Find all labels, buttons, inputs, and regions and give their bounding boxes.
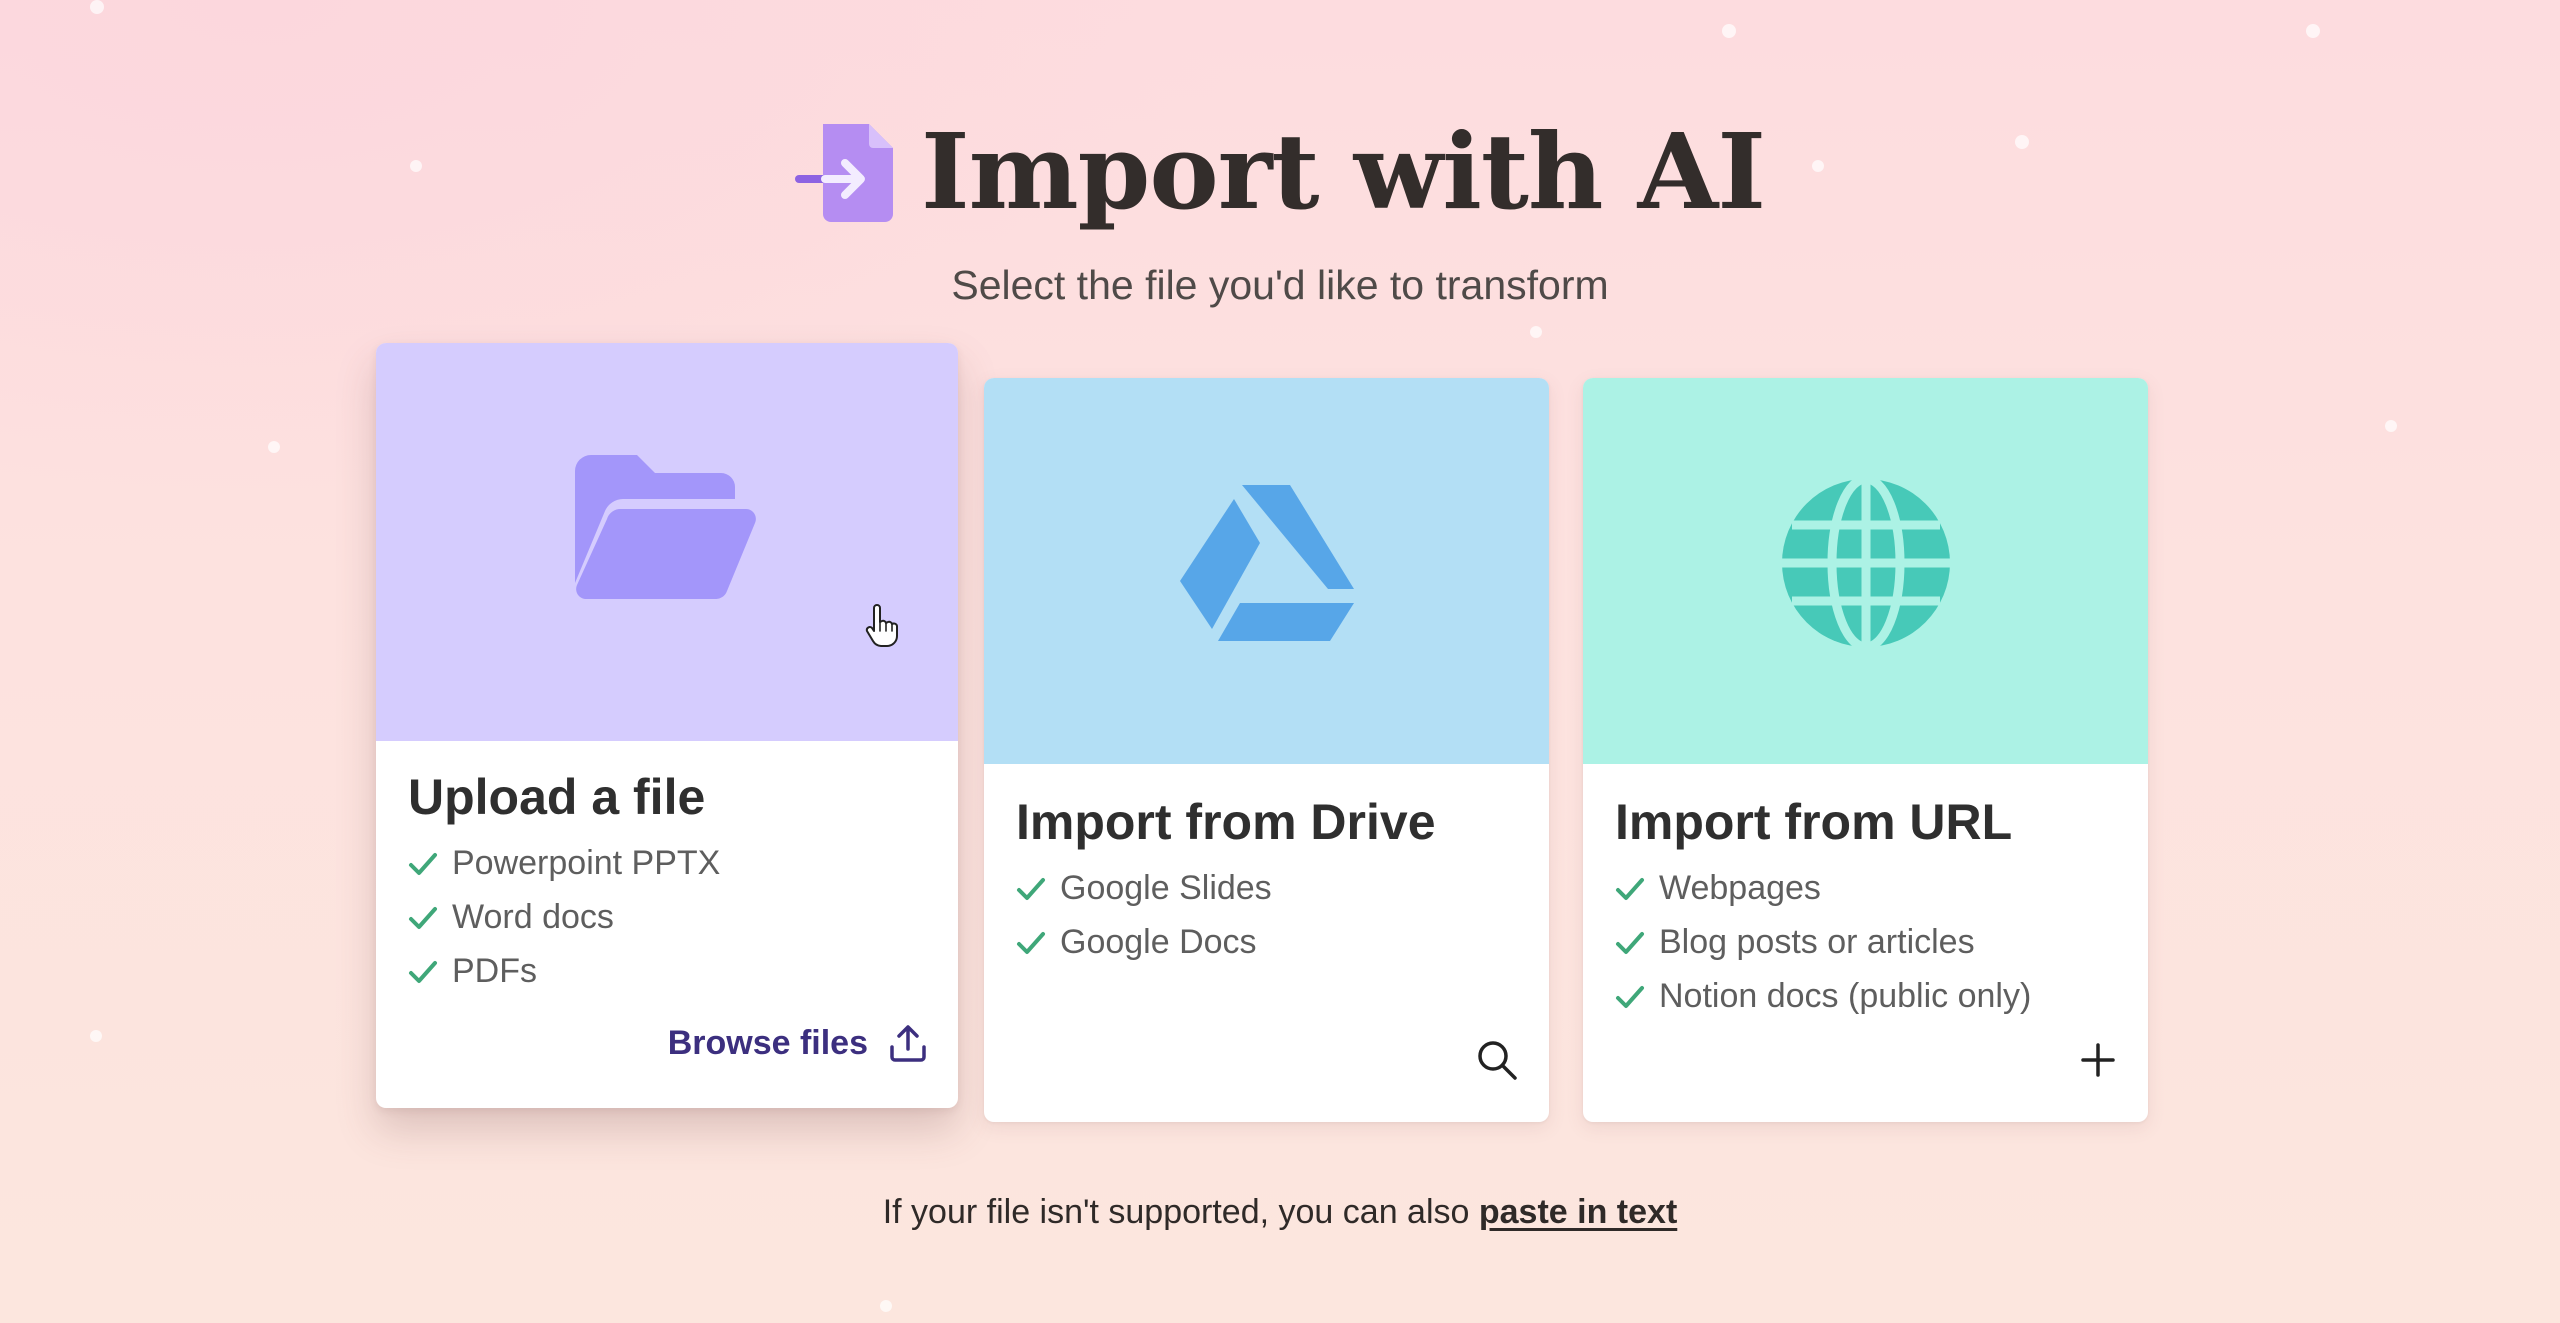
background-sparkle (880, 1300, 892, 1312)
list-item: Google Docs (1016, 916, 1517, 970)
drive-card-title: Import from Drive (1016, 794, 1436, 850)
upload-file-card[interactable]: Upload a file Powerpoint PPTX Word docs … (376, 343, 958, 1108)
check-icon (409, 852, 437, 875)
feature-label: Google Slides (1060, 869, 1272, 907)
import-url-card[interactable]: Import from URL Webpages Blog posts or a… (1583, 378, 2148, 1122)
background-sparkle (268, 441, 280, 453)
list-item: Webpages (1615, 862, 2116, 916)
background-sparkle (90, 1030, 102, 1042)
page-header: Import with AI (0, 118, 2560, 226)
list-item: Notion docs (public only) (1615, 970, 2116, 1024)
import-drive-card[interactable]: Import from Drive Google Slides Google D… (984, 378, 1549, 1122)
upload-card-banner (376, 343, 958, 741)
drive-search-button[interactable] (1475, 1038, 1519, 1082)
check-icon (1017, 877, 1045, 900)
background-sparkle (1530, 326, 1542, 338)
drive-card-banner (984, 378, 1549, 764)
list-item: Powerpoint PPTX (408, 837, 926, 891)
folder-open-icon (575, 455, 756, 599)
search-icon (1478, 1041, 1517, 1080)
feature-label: Blog posts or articles (1659, 923, 1975, 961)
feature-label: Powerpoint PPTX (452, 844, 721, 882)
feature-label: Webpages (1659, 869, 1821, 907)
footer-note: If your file isn't supported, you can al… (0, 1193, 2560, 1232)
url-card-features: Webpages Blog posts or articles Notion d… (1615, 862, 2116, 1024)
url-card-banner (1583, 378, 2148, 764)
page-title: Import with AI (920, 110, 1766, 233)
browse-files-button[interactable]: Browse files (668, 1023, 928, 1063)
drive-card-features: Google Slides Google Docs (1016, 862, 1517, 970)
list-item: Word docs (408, 891, 926, 945)
plus-icon (2081, 1043, 2115, 1077)
file-import-icon (794, 124, 893, 222)
list-item: Google Slides (1016, 862, 1517, 916)
browse-files-label: Browse files (667, 1023, 868, 1062)
check-icon (1616, 931, 1644, 954)
upload-icon (890, 1025, 926, 1062)
feature-label: Word docs (452, 898, 614, 936)
check-icon (1616, 985, 1644, 1008)
check-icon (409, 906, 437, 929)
check-icon (1017, 931, 1045, 954)
add-url-button[interactable] (2078, 1040, 2118, 1080)
check-icon (1616, 877, 1644, 900)
list-item: PDFs (408, 945, 926, 999)
background-sparkle (2385, 420, 2397, 432)
page-subtitle: Select the file you'd like to transform (951, 262, 1609, 308)
background-sparkle (1722, 24, 1736, 38)
list-item: Blog posts or articles (1615, 916, 2116, 970)
hand-pointer-cursor-icon (865, 604, 898, 647)
url-card-title: Import from URL (1615, 794, 2013, 850)
feature-label: PDFs (452, 952, 537, 990)
feature-label: Google Docs (1060, 923, 1257, 961)
upload-card-title: Upload a file (408, 769, 706, 825)
footer-text: If your file isn't supported, you can al… (882, 1193, 1479, 1231)
globe-icon (1781, 475, 1950, 651)
background-sparkle (90, 0, 104, 14)
paste-in-text-link[interactable]: paste in text (1479, 1193, 1677, 1231)
check-icon (409, 960, 437, 983)
upload-card-features: Powerpoint PPTX Word docs PDFs (408, 837, 926, 999)
feature-label: Notion docs (public only) (1659, 977, 2032, 1015)
google-drive-icon (1179, 485, 1354, 641)
background-sparkle (2306, 24, 2320, 38)
